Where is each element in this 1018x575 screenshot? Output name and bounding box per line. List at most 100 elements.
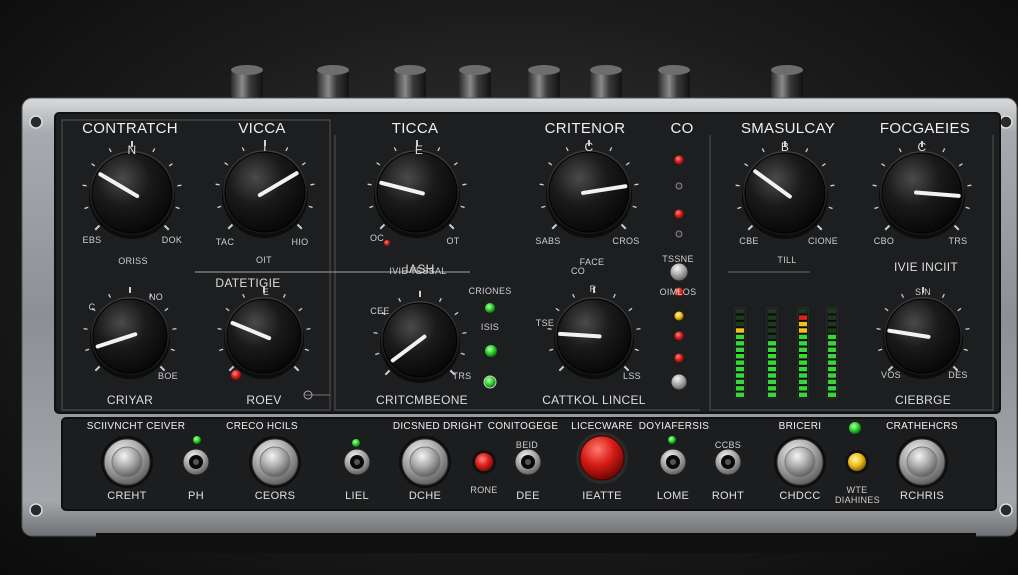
- knob-pointer: [558, 331, 602, 339]
- header-label: SMASULCAY: [740, 120, 836, 137]
- bottom-button[interactable]: [576, 432, 628, 484]
- meter-segment: [736, 334, 744, 340]
- meter-segment: [828, 379, 836, 385]
- rear-knob[interactable]: [231, 65, 263, 100]
- scale-tick: [306, 328, 311, 330]
- control-label: LIEL: [345, 490, 369, 502]
- level-meter: [766, 307, 778, 399]
- side-label: OIMLOS: [659, 287, 697, 297]
- bottom-jack[interactable]: [714, 448, 742, 476]
- status-led: [849, 422, 861, 434]
- bottom-knob[interactable]: [399, 436, 451, 488]
- status-led: [674, 155, 684, 165]
- group-title: BRICERI: [778, 421, 822, 432]
- tick-label: LSS: [623, 371, 641, 381]
- meter-segment: [799, 309, 807, 314]
- knob-letter: C: [584, 140, 594, 154]
- meter-segment: [736, 373, 744, 378]
- knob-label: CRITCMBEONE: [376, 393, 468, 407]
- meter-segment: [736, 347, 744, 352]
- meter-segment: [828, 309, 836, 314]
- status-led: [675, 230, 683, 238]
- knob-letter: NO: [148, 292, 164, 302]
- knob-letter: E: [414, 143, 424, 157]
- meter-segment: [828, 328, 836, 333]
- rear-knob[interactable]: [528, 65, 560, 100]
- bottom-jack[interactable]: [182, 448, 210, 476]
- tick-label: DES: [948, 370, 968, 380]
- meter-segment: [736, 360, 744, 365]
- tick-label: HIO: [291, 237, 309, 247]
- meter-segment: [768, 315, 776, 320]
- knob-letter: N: [127, 143, 137, 157]
- meter-segment: [768, 347, 776, 352]
- meter-segment: [736, 392, 744, 397]
- scale-tick: [177, 184, 182, 187]
- scale-tick: [634, 183, 639, 186]
- meter-segment: [768, 373, 776, 378]
- mini-knob[interactable]: [670, 373, 688, 391]
- meter-segment: [768, 309, 776, 314]
- meter-segment: [736, 379, 744, 385]
- bottom-led: [472, 450, 496, 474]
- meter-segment: [736, 321, 744, 327]
- meter-segment: [828, 366, 836, 372]
- knob-label: IVIE INCIIT: [894, 260, 958, 274]
- meter-segment: [768, 354, 776, 359]
- bottom-jack[interactable]: [659, 448, 687, 476]
- meter-segment: [768, 334, 776, 340]
- meter-segment: [768, 321, 776, 327]
- mini-knob[interactable]: [669, 262, 689, 282]
- knob-letter: B: [780, 140, 790, 154]
- side-label: TSSNE: [662, 254, 694, 264]
- level-meter: [797, 307, 809, 399]
- scale-tick: [830, 184, 835, 187]
- meter-segment: [799, 373, 807, 378]
- small-label: BEID: [515, 440, 539, 450]
- rear-knob[interactable]: [771, 65, 803, 100]
- bottom-knob[interactable]: [896, 436, 948, 488]
- bottom-knob[interactable]: [101, 436, 153, 488]
- rear-knob[interactable]: [317, 65, 349, 100]
- rear-knob[interactable]: [658, 65, 690, 100]
- knob-label: CIEBRGE: [894, 393, 952, 407]
- status-led: [485, 303, 495, 313]
- tick-label: SABS: [535, 236, 561, 246]
- control-label: RCHRIS: [900, 490, 944, 502]
- group-title: DICSNED DRIGHT: [392, 421, 484, 432]
- group-title: CRATHEHCRS: [886, 421, 958, 432]
- tick-label: OT: [446, 236, 460, 246]
- meter-segment: [736, 328, 744, 333]
- meter-segment: [799, 347, 807, 352]
- rear-knob[interactable]: [590, 65, 622, 100]
- meter-segment: [736, 354, 744, 359]
- rear-knob[interactable]: [394, 65, 426, 100]
- rear-knob[interactable]: [459, 65, 491, 100]
- bottom-knob[interactable]: [774, 436, 826, 488]
- knob-letter: I: [418, 289, 422, 299]
- group-title: DOYIAFERSIS: [638, 421, 710, 432]
- tick-label: DOK: [161, 235, 183, 245]
- meter-segment: [768, 379, 776, 385]
- level-meter: [734, 307, 746, 399]
- meter-segment: [736, 366, 744, 372]
- bottom-knob[interactable]: [249, 436, 301, 488]
- scale-tick: [462, 183, 467, 186]
- knob-letter: R: [589, 284, 597, 294]
- small-label: CCBS: [714, 440, 742, 450]
- tick-label: TRS: [948, 236, 968, 246]
- status-led: [483, 375, 497, 389]
- control-label: DCHE: [408, 490, 442, 502]
- rear-top-knobs: [231, 65, 803, 100]
- scale-tick: [83, 328, 88, 330]
- status-led: [674, 331, 684, 341]
- scale-tick: [735, 184, 740, 187]
- knob-letter: C: [917, 140, 927, 154]
- bottom-jack[interactable]: [343, 448, 371, 476]
- bottom-jack[interactable]: [514, 448, 542, 476]
- scale-tick: [310, 183, 315, 186]
- knob-letter: SIN: [915, 287, 931, 297]
- control-label: DEE: [516, 490, 540, 502]
- meter-segment: [799, 321, 807, 327]
- tick-label: C: [88, 302, 96, 312]
